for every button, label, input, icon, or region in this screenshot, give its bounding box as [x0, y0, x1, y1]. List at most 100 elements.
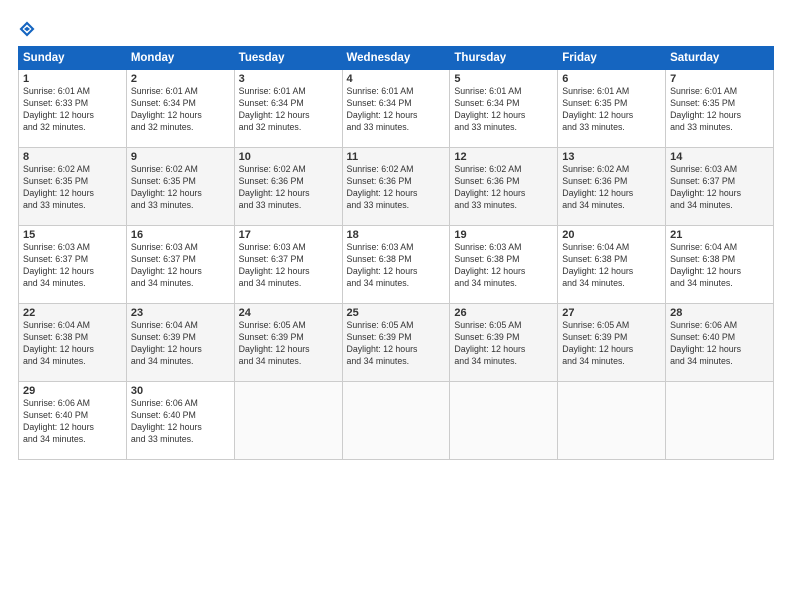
calendar-cell [666, 382, 774, 460]
calendar-cell: 27Sunrise: 6:05 AM Sunset: 6:39 PM Dayli… [558, 304, 666, 382]
day-number: 23 [131, 307, 230, 319]
calendar-cell: 21Sunrise: 6:04 AM Sunset: 6:38 PM Dayli… [666, 226, 774, 304]
calendar-table: SundayMondayTuesdayWednesdayThursdayFrid… [18, 46, 774, 460]
day-number: 8 [23, 151, 122, 163]
day-detail: Sunrise: 6:06 AM Sunset: 6:40 PM Dayligh… [23, 398, 122, 446]
day-number: 12 [454, 151, 553, 163]
weekday-header-thursday: Thursday [450, 47, 558, 70]
calendar-cell: 26Sunrise: 6:05 AM Sunset: 6:39 PM Dayli… [450, 304, 558, 382]
calendar-cell: 28Sunrise: 6:06 AM Sunset: 6:40 PM Dayli… [666, 304, 774, 382]
day-detail: Sunrise: 6:04 AM Sunset: 6:38 PM Dayligh… [670, 242, 769, 290]
calendar-cell: 7Sunrise: 6:01 AM Sunset: 6:35 PM Daylig… [666, 70, 774, 148]
calendar-cell: 5Sunrise: 6:01 AM Sunset: 6:34 PM Daylig… [450, 70, 558, 148]
day-detail: Sunrise: 6:03 AM Sunset: 6:37 PM Dayligh… [131, 242, 230, 290]
day-detail: Sunrise: 6:03 AM Sunset: 6:38 PM Dayligh… [454, 242, 553, 290]
day-number: 20 [562, 229, 661, 241]
day-detail: Sunrise: 6:01 AM Sunset: 6:34 PM Dayligh… [347, 86, 446, 134]
calendar-cell: 25Sunrise: 6:05 AM Sunset: 6:39 PM Dayli… [342, 304, 450, 382]
calendar-cell: 8Sunrise: 6:02 AM Sunset: 6:35 PM Daylig… [19, 148, 127, 226]
day-number: 18 [347, 229, 446, 241]
day-detail: Sunrise: 6:01 AM Sunset: 6:35 PM Dayligh… [670, 86, 769, 134]
day-detail: Sunrise: 6:02 AM Sunset: 6:36 PM Dayligh… [239, 164, 338, 212]
day-detail: Sunrise: 6:01 AM Sunset: 6:34 PM Dayligh… [239, 86, 338, 134]
day-number: 22 [23, 307, 122, 319]
day-number: 21 [670, 229, 769, 241]
day-detail: Sunrise: 6:06 AM Sunset: 6:40 PM Dayligh… [670, 320, 769, 368]
day-detail: Sunrise: 6:05 AM Sunset: 6:39 PM Dayligh… [454, 320, 553, 368]
day-number: 16 [131, 229, 230, 241]
calendar-cell: 10Sunrise: 6:02 AM Sunset: 6:36 PM Dayli… [234, 148, 342, 226]
calendar-cell: 13Sunrise: 6:02 AM Sunset: 6:36 PM Dayli… [558, 148, 666, 226]
weekday-header-tuesday: Tuesday [234, 47, 342, 70]
day-detail: Sunrise: 6:02 AM Sunset: 6:36 PM Dayligh… [562, 164, 661, 212]
weekday-header-row: SundayMondayTuesdayWednesdayThursdayFrid… [19, 47, 774, 70]
day-number: 26 [454, 307, 553, 319]
day-detail: Sunrise: 6:01 AM Sunset: 6:33 PM Dayligh… [23, 86, 122, 134]
calendar-cell [450, 382, 558, 460]
weekday-header-saturday: Saturday [666, 47, 774, 70]
calendar-week-row: 8Sunrise: 6:02 AM Sunset: 6:35 PM Daylig… [19, 148, 774, 226]
calendar-week-row: 15 Sunrise: 6:03 AM Sunset: 6:37 PM Dayli… [19, 226, 774, 304]
day-number: 11 [347, 151, 446, 163]
day-detail: Sunrise: 6:01 AM Sunset: 6:35 PM Dayligh… [562, 86, 661, 134]
weekday-header-sunday: Sunday [19, 47, 127, 70]
day-number: 10 [239, 151, 338, 163]
day-number: 19 [454, 229, 553, 241]
day-detail: Sunrise: 6:04 AM Sunset: 6:39 PM Dayligh… [131, 320, 230, 368]
day-detail: Sunrise: 6:03 AM Sunset: 6:37 PM Dayligh… [239, 242, 338, 290]
day-number: 7 [670, 73, 769, 85]
day-detail: Sunrise: 6:02 AM Sunset: 6:35 PM Dayligh… [131, 164, 230, 212]
calendar-cell: 2Sunrise: 6:01 AM Sunset: 6:34 PM Daylig… [126, 70, 234, 148]
day-number: 3 [239, 73, 338, 85]
day-number: 30 [131, 385, 230, 397]
calendar-week-row: 22Sunrise: 6:04 AM Sunset: 6:38 PM Dayli… [19, 304, 774, 382]
weekday-header-wednesday: Wednesday [342, 47, 450, 70]
day-detail: Sunrise: 6:01 AM Sunset: 6:34 PM Dayligh… [131, 86, 230, 134]
day-number: 15 [23, 229, 122, 241]
calendar-cell: 6Sunrise: 6:01 AM Sunset: 6:35 PM Daylig… [558, 70, 666, 148]
day-detail: Sunrise: 6:02 AM Sunset: 6:36 PM Dayligh… [454, 164, 553, 212]
calendar-cell [234, 382, 342, 460]
calendar-cell [342, 382, 450, 460]
day-number: 14 [670, 151, 769, 163]
day-number: 28 [670, 307, 769, 319]
calendar-cell: 17Sunrise: 6:03 AM Sunset: 6:37 PM Dayli… [234, 226, 342, 304]
day-detail: Sunrise: 6:02 AM Sunset: 6:35 PM Dayligh… [23, 164, 122, 212]
day-number: 17 [239, 229, 338, 241]
calendar-cell: 24Sunrise: 6:05 AM Sunset: 6:39 PM Dayli… [234, 304, 342, 382]
calendar-cell: 14Sunrise: 6:03 AM Sunset: 6:37 PM Dayli… [666, 148, 774, 226]
day-number: 24 [239, 307, 338, 319]
logo [18, 18, 40, 38]
calendar-cell: 16Sunrise: 6:03 AM Sunset: 6:37 PM Dayli… [126, 226, 234, 304]
day-detail: Sunrise: 6:04 AM Sunset: 6:38 PM Dayligh… [23, 320, 122, 368]
calendar-cell: 15Sunrise: 6:03 AM Sunset: 6:37 PM Dayli… [19, 226, 127, 304]
day-detail: Sunrise: 6:03 AM Sunset: 6:38 PM Dayligh… [347, 242, 446, 290]
day-detail: Sunrise: 6:05 AM Sunset: 6:39 PM Dayligh… [347, 320, 446, 368]
day-number: 13 [562, 151, 661, 163]
day-number: 1 [23, 73, 122, 85]
day-number: 5 [454, 73, 553, 85]
calendar-cell [558, 382, 666, 460]
day-detail: Sunrise: 6:04 AM Sunset: 6:38 PM Dayligh… [562, 242, 661, 290]
day-detail: Sunrise: 6:01 AM Sunset: 6:34 PM Dayligh… [454, 86, 553, 134]
calendar-cell: 22Sunrise: 6:04 AM Sunset: 6:38 PM Dayli… [19, 304, 127, 382]
calendar-cell: 12Sunrise: 6:02 AM Sunset: 6:36 PM Dayli… [450, 148, 558, 226]
day-detail: Sunrise: 6:05 AM Sunset: 6:39 PM Dayligh… [562, 320, 661, 368]
day-number: 29 [23, 385, 122, 397]
day-number: 4 [347, 73, 446, 85]
calendar-cell: 29Sunrise: 6:06 AM Sunset: 6:40 PM Dayli… [19, 382, 127, 460]
day-number: 27 [562, 307, 661, 319]
day-number: 25 [347, 307, 446, 319]
day-number: 9 [131, 151, 230, 163]
day-detail: Sunrise: 6:03 AM Sunset: 6:37 PM Dayligh… [670, 164, 769, 212]
calendar-cell: 9Sunrise: 6:02 AM Sunset: 6:35 PM Daylig… [126, 148, 234, 226]
day-number: 2 [131, 73, 230, 85]
day-detail: Sunrise: 6:05 AM Sunset: 6:39 PM Dayligh… [239, 320, 338, 368]
calendar-week-row: 1Sunrise: 6:01 AM Sunset: 6:33 PM Daylig… [19, 70, 774, 148]
calendar-cell: 3Sunrise: 6:01 AM Sunset: 6:34 PM Daylig… [234, 70, 342, 148]
day-number: 6 [562, 73, 661, 85]
calendar-cell: 23Sunrise: 6:04 AM Sunset: 6:39 PM Dayli… [126, 304, 234, 382]
calendar-page: SundayMondayTuesdayWednesdayThursdayFrid… [0, 0, 792, 612]
calendar-cell: 30Sunrise: 6:06 AM Sunset: 6:40 PM Dayli… [126, 382, 234, 460]
weekday-header-friday: Friday [558, 47, 666, 70]
